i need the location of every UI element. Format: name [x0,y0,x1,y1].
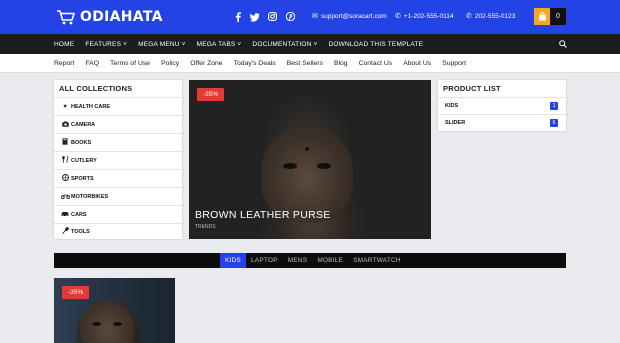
collections-panel: ALL COLLECTIONS ♥ HEALTH CARE CAMERA BOOK… [54,80,182,239]
hero-slider[interactable]: -35% BROWN LEATHER PURSE TRENDS [189,80,431,239]
product-list-item-slider[interactable]: SLIDER 6 [438,114,566,131]
nav-home[interactable]: HOME [54,41,74,48]
tab-kids[interactable]: KIDS [220,253,246,268]
collection-label: CUTLERY [71,157,97,164]
collection-label: MOTORBIKES [71,193,109,200]
tab-mens[interactable]: MENS [283,253,313,268]
product-tabs-bar: KIDS LAPTOP MENS MOBILE SMARTWATCH [54,253,566,268]
cutlery-icon [61,155,69,165]
search-icon[interactable] [559,40,567,48]
site-logo[interactable]: ODIAHATA [56,7,163,27]
subnav-contact-us[interactable]: Contact Us [359,60,393,67]
collection-item-camera[interactable]: CAMERA [54,115,182,133]
car-icon [61,211,69,219]
collection-label: HEALTH CARE [71,103,111,110]
product-list-title: PRODUCT LIST [443,84,501,93]
nav-documentation[interactable]: DOCUMENTATION ˅ [252,41,317,48]
brand-name: ODIAHATA [80,9,163,25]
whatsapp-icon: ✆ [466,13,472,20]
tab-laptop[interactable]: LAPTOP [246,253,283,268]
subnav-offer-zone[interactable]: Offer Zone [190,60,222,67]
product-card-image [80,300,134,343]
instagram-icon[interactable] [268,12,277,21]
nav-mega-tabs[interactable]: MEGA TABS ˅ [197,41,242,48]
collection-label: TOOLS [71,228,90,235]
subnav-faq[interactable]: FAQ [85,60,99,67]
nav-download-template[interactable]: DOWNLOAD THIS TEMPLATE [328,41,423,48]
product-list-item-kids[interactable]: KIDS 1 [438,97,566,114]
secondary-navigation: Report FAQ Terms of Use Policy Offer Zon… [0,54,620,73]
heart-icon: ♥ [63,103,67,110]
twitter-icon[interactable] [250,12,260,22]
collection-label: CARS [71,211,87,218]
subnav-support[interactable]: Support [442,60,466,67]
hero-title[interactable]: BROWN LEATHER PURSE [195,209,331,221]
phone-text: +1-202-555-0114 [403,13,454,20]
collection-item-health-care[interactable]: ♥ HEALTH CARE [54,97,182,115]
collections-title: ALL COLLECTIONS [59,84,133,93]
product-list-count: 6 [550,119,558,127]
discount-badge: -35% [197,88,225,101]
collection-label: CAMERA [71,121,96,128]
collection-item-cars[interactable]: CARS [54,205,182,223]
shopping-bag-icon [534,8,550,25]
collection-label: SPORTS [71,175,94,182]
pinterest-icon[interactable] [285,11,296,22]
sports-icon [61,174,69,183]
email-contact[interactable]: ✉ support@soracart.com [312,12,387,22]
cart-logo-icon [57,10,75,25]
envelope-icon: ✉ [312,13,318,20]
product-list-label: SLIDER [445,120,466,126]
phone-contact[interactable]: ✆ +1-202-555-0114 [395,12,453,22]
hero-meta: TRENDS [195,224,216,230]
subnav-about-us[interactable]: About Us [403,60,431,67]
collection-item-sports[interactable]: SPORTS [54,169,182,187]
subnav-todays-deals[interactable]: Today's Deals [234,60,276,67]
collection-item-cutlery[interactable]: CUTLERY [54,151,182,169]
wrench-icon [61,227,69,236]
motorbike-icon [60,193,71,201]
book-icon [61,138,69,147]
product-list-count: 1 [550,102,558,110]
email-text: support@soracart.com [320,13,387,20]
collection-item-books[interactable]: BOOKS [54,133,182,151]
subnav-report[interactable]: Report [54,60,74,67]
main-navigation: HOME FEATURES ˅ MEGA MENU ˅ MEGA TABS ˅ … [0,34,620,54]
product-card[interactable]: -35% [54,278,175,343]
whatsapp-text: 202-555-0123 [474,13,516,20]
subnav-blog[interactable]: Blog [334,60,348,67]
subnav-terms[interactable]: Terms of Use [110,60,150,67]
camera-icon [61,120,69,129]
nav-mega-menu[interactable]: MEGA MENU ˅ [138,41,186,48]
subnav-best-sellers[interactable]: Best Sellers [287,60,323,67]
collection-item-tools[interactable]: TOOLS [54,223,182,239]
card-discount-badge: -35% [62,286,90,299]
phone-icon: ✆ [395,13,401,20]
whatsapp-contact[interactable]: ✆ 202-555-0123 [466,12,515,22]
collection-item-motorbikes[interactable]: MOTORBIKES [54,187,182,205]
cart-button[interactable]: 0 [534,8,566,25]
tab-mobile[interactable]: MOBILE [312,253,348,268]
facebook-icon[interactable] [234,12,242,22]
nav-features[interactable]: FEATURES ˅ [85,41,127,48]
collection-label: BOOKS [71,139,92,146]
top-header: ODIAHATA ✉ support@soracart.com ✆ +1-202-5… [0,0,620,34]
tab-smartwatch[interactable]: SMARTWATCH [348,253,406,268]
product-list-label: KIDS [445,103,459,109]
cart-count: 0 [550,8,566,25]
product-list-panel: PRODUCT LIST KIDS 1 SLIDER 6 [438,80,566,131]
subnav-policy[interactable]: Policy [161,60,179,67]
